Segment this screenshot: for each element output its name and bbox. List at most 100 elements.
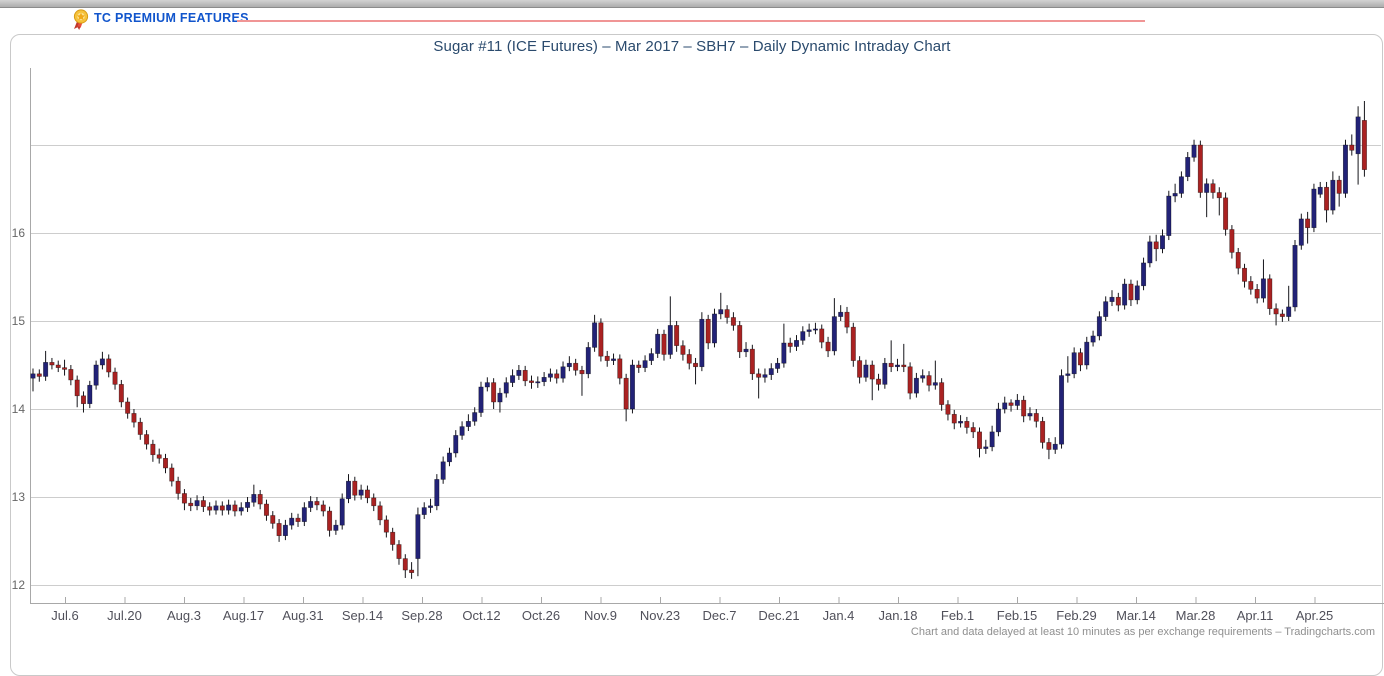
candle-body [258,494,262,504]
candle-body [214,506,218,510]
x-tick-label: Nov.23 [640,608,680,623]
y-tick-label: 16 [12,226,26,240]
candle-body [447,453,451,462]
x-tick-label: Dec.21 [758,608,799,623]
candle-body [1078,353,1082,365]
x-tick-label: Oct.26 [522,608,560,623]
x-tick-label: Sep.14 [342,608,383,623]
candle-body [624,378,628,409]
candle-body [409,570,413,573]
candle-body [984,447,988,449]
x-tick-label: Jan.18 [878,608,917,623]
candle-body [1135,286,1139,300]
candle-body [548,374,552,378]
candle-body [700,319,704,367]
candle-body [334,525,338,530]
candle-body [321,505,325,511]
candle-body [397,545,401,559]
candle-body [580,370,584,374]
candle-body [1211,184,1215,193]
candle-body [1179,177,1183,194]
candle-body [1274,309,1278,314]
candle-body [952,414,956,423]
candle-body [889,363,893,367]
y-tick-label: 15 [12,314,26,328]
candle-body [454,435,458,453]
candle-body [1230,229,1234,252]
candle-body [1324,187,1328,210]
candle-body [1242,268,1246,281]
candle-body [643,361,647,368]
candle-body [870,365,874,379]
candle-body [176,481,180,493]
candle-body [712,314,716,343]
candle-body [56,365,60,368]
candle-body [157,455,161,459]
candle-body [359,490,363,495]
candle-body [756,374,760,378]
candle-body [94,365,98,385]
x-tick-label: Aug.17 [223,608,264,623]
candle-body [1167,196,1171,236]
candle-body [1040,421,1044,442]
candle-body [996,409,1000,432]
candle-body [921,376,925,379]
candle-body [195,501,199,506]
candle-body [977,432,981,449]
candle-body [523,370,527,381]
candle-body [1217,193,1221,198]
candle-body [416,515,420,559]
candle-body [536,382,540,383]
candle-body [586,347,590,373]
candle-body [233,505,237,511]
candle-body [605,356,609,360]
candle-body [1204,184,1208,193]
candle-body [946,405,950,415]
candle-body [567,363,571,367]
candle-body [390,532,394,544]
candle-body [813,329,817,330]
candle-body [75,380,79,396]
y-tick-label: 12 [12,578,26,592]
candle-body [1337,180,1341,193]
candle-body [441,462,445,480]
candle-body [107,359,111,372]
candle-body [933,383,937,386]
candle-body [630,365,634,409]
candle-body [769,369,773,375]
candle-body [201,501,205,507]
candle-body [794,340,798,346]
x-tick-label: Apr.25 [1296,608,1334,623]
candle-body [43,362,47,376]
candle-body [1034,413,1038,421]
candle-body [908,367,912,393]
candle-body [725,310,729,318]
candle-body [510,376,514,383]
candle-body [750,349,754,374]
candle-body [1343,145,1347,193]
candle-body [1003,403,1007,409]
candle-body [542,377,546,381]
candle-body [100,359,104,365]
candle-body [782,343,786,363]
candle-body [1053,444,1057,449]
candle-body [807,330,811,332]
candle-body [207,507,211,511]
candle-body [958,421,962,423]
candle-body [1097,317,1101,336]
candle-body [504,383,508,394]
candle-body [308,501,312,507]
candle-body [353,481,357,495]
candle-body [1350,145,1354,150]
candle-body [573,363,577,370]
candle-body [681,346,685,355]
candle-body [290,518,294,525]
candlestick-chart[interactable]: 1615141312Jul.6Jul.20Aug.3Aug.17Aug.31Se… [0,0,1384,642]
candle-body [226,505,230,510]
candle-body [1141,263,1145,286]
x-tick-label: Feb.15 [997,608,1037,623]
candle-body [971,427,975,431]
x-tick-label: Feb.29 [1056,608,1096,623]
x-tick-label: Apr.11 [1237,608,1274,623]
candle-body [1255,289,1259,298]
